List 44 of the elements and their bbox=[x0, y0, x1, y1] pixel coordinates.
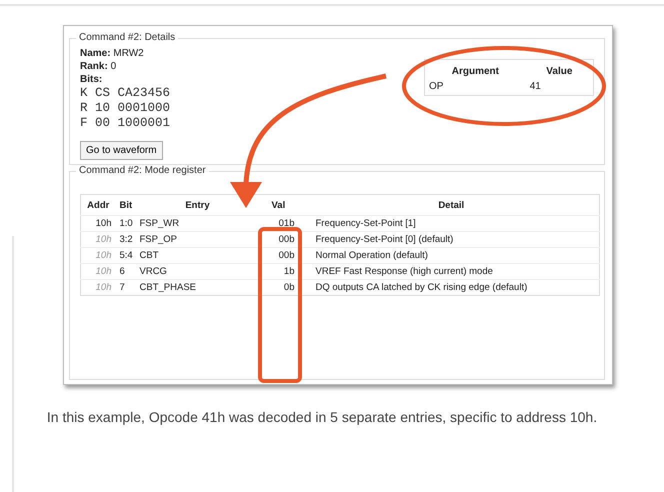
rank-field: Rank: 0 bbox=[80, 60, 170, 73]
column-header: Detail bbox=[304, 194, 600, 216]
caption-text: In this example, Opcode 41h was decoded in 5 separate entries, specific to address 10h. bbox=[46, 408, 598, 427]
bits-line: K CS CA23456 bbox=[80, 86, 170, 101]
table-cell: OP bbox=[424, 80, 526, 96]
table-cell: DQ outputs CA latched by CK rising edge (default) bbox=[304, 280, 600, 296]
table-cell: FSP_OP bbox=[136, 232, 260, 248]
go-to-waveform-button[interactable]: Go to waveform bbox=[80, 141, 163, 160]
table-cell: 1b bbox=[260, 264, 304, 280]
table-cell: 10h bbox=[80, 248, 116, 264]
column-header: Val bbox=[260, 194, 304, 216]
table-cell: 41 bbox=[526, 80, 594, 96]
table-cell: 10h bbox=[80, 232, 116, 248]
table-cell: CBT bbox=[136, 248, 260, 264]
table-cell: 0b bbox=[260, 280, 304, 296]
table-cell: CBT_PHASE bbox=[136, 280, 260, 296]
bits-line: F 00 1000001 bbox=[80, 116, 170, 131]
table-cell: 10h bbox=[80, 280, 116, 296]
table-cell: 10h bbox=[80, 216, 116, 232]
table-cell: Frequency-Set-Point [1] bbox=[304, 216, 600, 232]
table-cell: FSP_WR bbox=[136, 216, 260, 232]
group-title: Command #2: Mode register bbox=[76, 165, 209, 176]
table-cell: 1:0 bbox=[116, 216, 136, 232]
table-cell: 00b bbox=[260, 232, 304, 248]
table-cell: Frequency-Set-Point [0] (default) bbox=[304, 232, 600, 248]
table-cell: VRCG bbox=[136, 264, 260, 280]
table-cell: 01b bbox=[260, 216, 304, 232]
bits-line: R 10 0001000 bbox=[80, 101, 170, 116]
table-cell: Normal Operation (default) bbox=[304, 248, 600, 264]
bits-label: Bits: bbox=[80, 73, 104, 86]
name-field: Name: MRW2 bbox=[80, 47, 170, 60]
group-title: Command #2: Details bbox=[76, 32, 178, 43]
table-cell: 00b bbox=[260, 248, 304, 264]
table-cell: VREF Fast Response (high current) mode bbox=[304, 264, 600, 280]
column-header: Value bbox=[526, 60, 594, 80]
column-header: Addr bbox=[80, 194, 116, 216]
table-cell: 5:4 bbox=[116, 248, 136, 264]
column-header: Entry bbox=[136, 194, 260, 216]
table-cell: 7 bbox=[116, 280, 136, 296]
table-cell: 3:2 bbox=[116, 232, 136, 248]
table-cell: 6 bbox=[116, 264, 136, 280]
table-cell: 10h bbox=[80, 264, 116, 280]
column-header: Argument bbox=[424, 60, 526, 80]
column-header: Bit bbox=[116, 194, 136, 216]
